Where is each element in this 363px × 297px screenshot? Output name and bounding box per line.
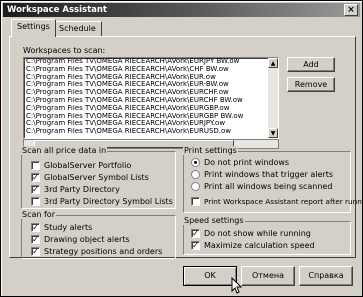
- option-3rd-party-directory-symbol-lists-label: 3rd Party Directory Symbol Lists: [44, 197, 173, 206]
- list-item[interactable]: C:\Program Files TV\OMEGA RIECEARCH\AVor…: [24, 58, 268, 66]
- scan-for-label: Scan for: [21, 210, 56, 219]
- checkbox-globalserver-symbol-lists[interactable]: ✓: [31, 173, 40, 182]
- list-item[interactable]: C:\Program Files TV\OMEGA RIECEARCH\AVor…: [24, 128, 268, 136]
- workspaces-list[interactable]: C:\Program Files TV\OMEGA RIECEARCH\AVor…: [23, 57, 279, 139]
- option-drawing-object-alerts-label: Drawing object alerts: [44, 235, 130, 244]
- list-item[interactable]: C:\Program Files TV\OMEGA RIECEARCH\AVor…: [24, 97, 268, 105]
- scroll-up-icon[interactable]: ▲: [268, 58, 278, 68]
- list-item[interactable]: C:\Program Files TV\OMEGA RIECEARCH\AVor…: [24, 105, 268, 113]
- option-do-not-show-label: Do not show while running: [204, 229, 311, 238]
- radio-do-not-print[interactable]: [191, 158, 200, 167]
- list-item[interactable]: C:\Program Files TV\OMEGA RIECEARCH\AVor…: [24, 74, 268, 82]
- list-item[interactable]: C:\Program Files TV\OMEGA RIECEARCH\AVor…: [24, 89, 268, 97]
- checkbox-print-report[interactable]: [191, 197, 200, 206]
- workspaces-label: Workspaces to scan:: [23, 46, 106, 55]
- ok-button[interactable]: OK: [183, 266, 237, 286]
- checkbox-maximize-speed[interactable]: ✓: [191, 241, 200, 250]
- list-item[interactable]: C:\Program Files TV\OMEGA RIECEARCH\AVor…: [24, 66, 268, 74]
- speed-settings-label: Speed settings: [183, 216, 245, 225]
- scroll-down-icon[interactable]: ▼: [268, 128, 278, 138]
- list-item[interactable]: C:\Program Files TV\OMEGA RIECEARCH\AVor…: [24, 120, 268, 128]
- workspaces-list-items: C:\Program Files TV\OMEGA RIECEARCH\AVor…: [24, 58, 278, 136]
- title-bar: Workspace Assistant ×: [3, 3, 360, 17]
- checkbox-drawing-object-alerts[interactable]: ✓: [31, 235, 40, 244]
- option-globalserver-symbol-lists-label: GlobalServer Symbol Lists: [44, 173, 149, 182]
- print-settings-label: Print settings: [183, 146, 238, 155]
- tab-settings[interactable]: Settings: [11, 19, 56, 37]
- mouse-cursor-icon: [231, 277, 243, 294]
- option-strategy-positions-orders-label: Strategy positions and orders: [44, 247, 163, 256]
- checkbox-3rd-party-directory[interactable]: ✓: [31, 185, 40, 194]
- list-item[interactable]: C:\Program Files TV\OMEGA RIECEARCH\AVor…: [24, 81, 268, 89]
- option-globalserver-portfolio-label: GlobalServer Portfolio: [44, 161, 132, 170]
- window-title: Workspace Assistant: [7, 5, 107, 15]
- option-print-trigger-alerts-label: Print windows that trigger alerts: [204, 170, 333, 179]
- option-3rd-party-directory-label: 3rd Party Directory: [44, 185, 120, 194]
- tab-settings-label: Settings: [17, 22, 50, 31]
- option-print-report-label: Print Workspace Assistant report after r…: [204, 197, 363, 206]
- option-print-all-windows-label: Print all windows being scanned: [204, 182, 333, 191]
- tab-schedule[interactable]: Schedule: [53, 21, 102, 36]
- tab-schedule-label: Schedule: [59, 24, 96, 33]
- list-item[interactable]: C:\Program Files TV\OMEGA RIECEARCH\AVor…: [24, 113, 268, 121]
- option-maximize-speed-label: Maximize calculation speed: [204, 241, 315, 250]
- checkbox-3rd-party-directory-symbol-lists[interactable]: [31, 197, 40, 206]
- checkbox-do-not-show[interactable]: ✓: [191, 229, 200, 238]
- workspace-assistant-dialog: Workspace Assistant × Settings Schedule …: [0, 0, 363, 297]
- cancel-button[interactable]: Отмена: [241, 266, 295, 286]
- checkbox-strategy-positions-orders[interactable]: ✓: [31, 247, 40, 256]
- close-icon[interactable]: ×: [344, 4, 358, 16]
- add-button[interactable]: Add: [287, 57, 335, 72]
- checkbox-study-alerts[interactable]: ✓: [31, 223, 40, 232]
- option-study-alerts-label: Study alerts: [44, 223, 93, 232]
- scan-price-label: Scan all price data in: [21, 146, 108, 155]
- help-button[interactable]: Справка: [299, 266, 353, 286]
- vertical-scrollbar[interactable]: ▲ ▼: [268, 58, 278, 138]
- radio-print-trigger-alerts[interactable]: [191, 170, 200, 179]
- radio-print-all-windows[interactable]: [191, 182, 200, 191]
- checkbox-globalserver-portfolio[interactable]: [31, 161, 40, 170]
- remove-button[interactable]: Remove: [287, 77, 335, 92]
- option-do-not-print-label: Do not print windows: [204, 158, 290, 167]
